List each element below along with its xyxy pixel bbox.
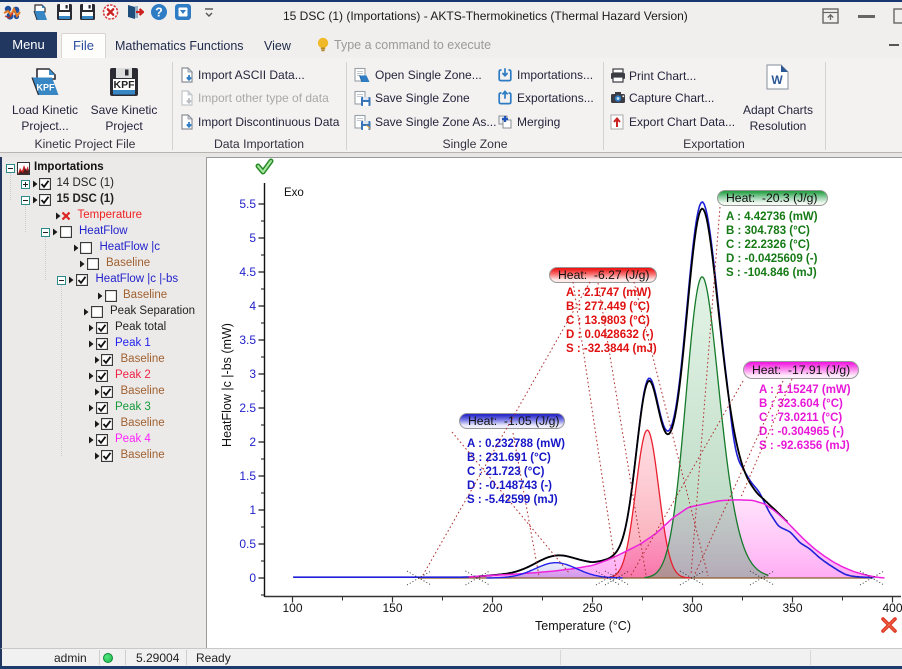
svg-text:150: 150 bbox=[382, 601, 402, 615]
svg-text:1: 1 bbox=[249, 503, 256, 517]
svg-text:400: 400 bbox=[882, 601, 902, 615]
svg-text:5.5: 5.5 bbox=[239, 197, 256, 211]
svg-text:4: 4 bbox=[249, 299, 256, 313]
svg-text:0: 0 bbox=[249, 571, 256, 585]
svg-text:0.5: 0.5 bbox=[239, 537, 256, 551]
svg-text:Exo: Exo bbox=[284, 187, 304, 199]
svg-text:100: 100 bbox=[282, 601, 302, 615]
svg-text:2: 2 bbox=[249, 435, 256, 449]
svg-text:5: 5 bbox=[249, 231, 256, 245]
svg-text:300: 300 bbox=[682, 601, 702, 615]
svg-text:3.5: 3.5 bbox=[239, 333, 256, 347]
svg-text:250: 250 bbox=[582, 601, 602, 615]
svg-text:350: 350 bbox=[782, 601, 802, 615]
svg-text:200: 200 bbox=[482, 601, 502, 615]
svg-text:4.5: 4.5 bbox=[239, 265, 256, 279]
svg-text:1.5: 1.5 bbox=[239, 469, 256, 483]
svg-text:2.5: 2.5 bbox=[239, 401, 256, 415]
svg-text:Temperature (°C): Temperature (°C) bbox=[535, 619, 631, 633]
svg-text:HeatFlow |c |-bs (mW): HeatFlow |c |-bs (mW) bbox=[220, 323, 234, 447]
svg-text:3: 3 bbox=[249, 367, 256, 381]
